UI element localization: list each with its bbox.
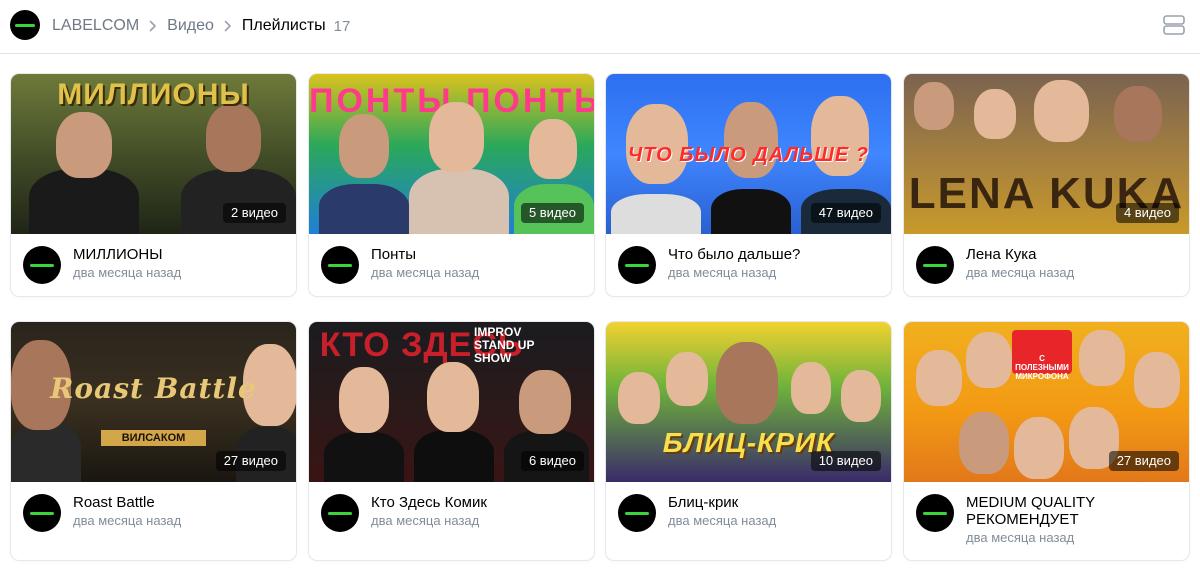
- playlist-card[interactable]: С ПОЛЕЗНЫМИ МИКРОФОНА 27 видео MEDIUM QU…: [904, 322, 1189, 560]
- video-count-badge: 2 видео: [222, 203, 286, 223]
- playlist-date: два месяца назад: [371, 265, 480, 280]
- playlist-card[interactable]: БЛИЦ-КРИК 10 видео Блиц-крик два месяца …: [606, 322, 891, 560]
- playlist-date: два месяца назад: [668, 513, 777, 528]
- video-count-badge: 5 видео: [520, 203, 584, 223]
- playlist-title[interactable]: Блиц-крик: [668, 494, 879, 511]
- playlist-thumbnail[interactable]: МИЛЛИОНЫ 2 видео: [11, 74, 296, 234]
- list-view-icon[interactable]: [1162, 13, 1186, 37]
- playlist-card[interactable]: ЧТО БЫЛО ДАЛЬШЕ ? 47 видео Что было даль…: [606, 74, 891, 296]
- labelcom-logo-icon: [15, 23, 35, 27]
- thumbnail-subtitle: ВИЛСАКОМ: [101, 430, 206, 446]
- thumbnail-title: С ПОЛЕЗНЫМИ МИКРОФОНА: [1012, 330, 1072, 381]
- labelcom-logo-icon: [328, 511, 352, 515]
- playlist-date: два месяца назад: [966, 265, 1075, 280]
- playlist-meta: Roast Battle два месяца назад: [11, 482, 296, 544]
- thumbnail-title: Roast Battle: [50, 372, 257, 405]
- playlist-thumbnail[interactable]: С ПОЛЕЗНЫМИ МИКРОФОНА 27 видео: [904, 322, 1189, 482]
- playlist-meta: Кто Здесь Комик два месяца назад: [309, 482, 594, 544]
- breadcrumb-videos[interactable]: Видео: [167, 17, 214, 35]
- chevron-right-icon: [139, 20, 167, 32]
- playlist-thumbnail[interactable]: ЧТО БЫЛО ДАЛЬШЕ ? 47 видео: [606, 74, 891, 234]
- breadcrumb-playlists: Плейлисты: [241, 17, 326, 34]
- video-count-badge: 27 видео: [1108, 451, 1179, 471]
- playlist-thumbnail[interactable]: ПОНТЫ ПОНТЫ 5 видео: [309, 74, 594, 234]
- channel-avatar[interactable]: [916, 246, 954, 284]
- playlist-meta: MEDIUM QUALITY РЕКОМЕНДУЕТ два месяца на…: [904, 482, 1189, 546]
- channel-avatar[interactable]: [916, 494, 954, 532]
- labelcom-logo-icon: [30, 511, 54, 515]
- playlist-count: 17: [333, 17, 351, 35]
- playlist-date: два месяца назад: [73, 265, 182, 280]
- playlist-meta: МИЛЛИОНЫ два месяца назад: [11, 234, 296, 296]
- breadcrumb-channel[interactable]: LABELCOM: [52, 17, 139, 35]
- channel-avatar[interactable]: [23, 494, 61, 532]
- playlist-card[interactable]: LENA KUKA 4 видео Лена Кука два месяца н…: [904, 74, 1189, 296]
- playlist-card[interactable]: ПОНТЫ ПОНТЫ 5 видео Понты два месяца наз…: [309, 74, 594, 296]
- channel-avatar[interactable]: [321, 494, 359, 532]
- playlist-title[interactable]: Roast Battle: [73, 494, 284, 511]
- labelcom-logo-icon: [923, 511, 947, 515]
- playlist-title[interactable]: MEDIUM QUALITY РЕКОМЕНДУЕТ: [966, 494, 1177, 528]
- thumbnail-title: МИЛЛИОНЫ: [57, 78, 250, 111]
- video-count-badge: 47 видео: [810, 203, 881, 223]
- playlist-card[interactable]: КТО ЗДЕСЬ IMPROV STAND UP SHOW 6 видео К…: [309, 322, 594, 560]
- labelcom-logo-icon: [328, 263, 352, 267]
- playlist-date: два месяца назад: [371, 513, 480, 528]
- playlist-thumbnail[interactable]: LENA KUKA 4 видео: [904, 74, 1189, 234]
- playlist-meta: Блиц-крик два месяца назад: [606, 482, 891, 544]
- labelcom-logo-icon: [625, 263, 649, 267]
- playlist-title[interactable]: МИЛЛИОНЫ: [73, 246, 284, 263]
- page-header: LABELCOM Видео Плейлисты 17: [0, 0, 1200, 54]
- channel-avatar[interactable]: [618, 246, 656, 284]
- playlist-title[interactable]: Понты: [371, 246, 582, 263]
- playlist-meta: Что было дальше? два месяца назад: [606, 234, 891, 296]
- playlist-card[interactable]: Roast Battle ВИЛСАКОМ 27 видео Roast Bat…: [11, 322, 296, 560]
- thumbnail-title: ЧТО БЫЛО ДАЛЬШЕ ?: [628, 144, 869, 166]
- labelcom-logo-icon: [30, 263, 54, 267]
- playlist-title[interactable]: Лена Кука: [966, 246, 1177, 263]
- playlist-thumbnail[interactable]: КТО ЗДЕСЬ IMPROV STAND UP SHOW 6 видео: [309, 322, 594, 482]
- channel-avatar[interactable]: [10, 10, 40, 40]
- playlist-thumbnail[interactable]: Roast Battle ВИЛСАКОМ 27 видео: [11, 322, 296, 482]
- breadcrumb: LABELCOM Видео Плейлисты 17: [52, 15, 350, 37]
- playlist-title[interactable]: Что было дальше?: [668, 246, 879, 263]
- labelcom-logo-icon: [625, 511, 649, 515]
- channel-avatar[interactable]: [23, 246, 61, 284]
- video-count-badge: 10 видео: [810, 451, 881, 471]
- playlist-meta: Понты два месяца назад: [309, 234, 594, 296]
- playlist-title[interactable]: Кто Здесь Комик: [371, 494, 582, 511]
- playlist-meta: Лена Кука два месяца назад: [904, 234, 1189, 296]
- playlist-date: два месяца назад: [668, 265, 777, 280]
- video-count-badge: 27 видео: [215, 451, 286, 471]
- playlist-card[interactable]: МИЛЛИОНЫ 2 видео МИЛЛИОНЫ два месяца наз…: [11, 74, 296, 296]
- channel-avatar[interactable]: [618, 494, 656, 532]
- labelcom-logo-icon: [923, 263, 947, 267]
- playlist-date: два месяца назад: [966, 530, 1075, 545]
- chevron-right-icon: [214, 20, 242, 32]
- playlist-date: два месяца назад: [73, 513, 182, 528]
- channel-avatar[interactable]: [321, 246, 359, 284]
- playlist-thumbnail[interactable]: БЛИЦ-КРИК 10 видео: [606, 322, 891, 482]
- video-count-badge: 4 видео: [1115, 203, 1179, 223]
- thumbnail-subtitle: IMPROV STAND UP SHOW: [474, 325, 535, 365]
- video-count-badge: 6 видео: [520, 451, 584, 471]
